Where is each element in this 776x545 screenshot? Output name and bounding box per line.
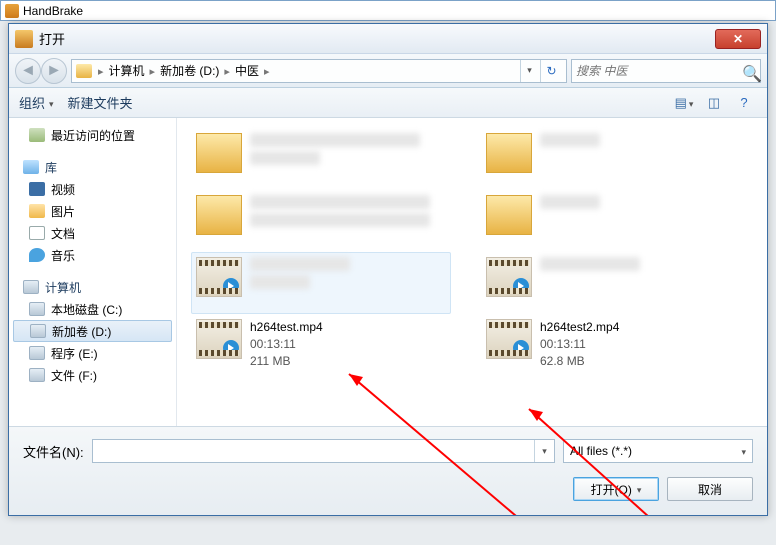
breadcrumb-item[interactable]: 中医 [232,61,262,80]
dialog-titlebar[interactable]: 打开 ✕ [9,24,767,54]
tree-pictures[interactable]: 图片 [9,200,176,222]
chevron-right-icon[interactable] [98,64,104,78]
chevron-down-icon [689,95,694,110]
tree-drive-c[interactable]: 本地磁盘 (C:) [9,298,176,320]
folder-item[interactable] [481,128,741,190]
music-icon [29,248,45,262]
file-size: 62.8 MB [540,353,619,370]
chevron-down-icon [741,444,746,458]
folder-open-icon [15,30,33,48]
dialog-body: 最近访问的位置 库 视频 图片 文档 音乐 计算机 本地磁盘 (C:) 新加卷 … [9,118,767,426]
file-duration: 00:13:11 [250,336,323,353]
breadcrumb-item[interactable]: 新加卷 (D:) [157,61,222,80]
open-dialog: 打开 ✕ ◄ ► 计算机 新加卷 (D:) 中医 ↻ 🔍 组 [8,23,768,516]
tree-drive-f[interactable]: 文件 (F:) [9,364,176,386]
tree-videos[interactable]: 视频 [9,178,176,200]
handbrake-icon [5,4,19,18]
file-size: 211 MB [250,353,323,370]
file-name: h264test2.mp4 [540,319,619,336]
tree-recent[interactable]: 最近访问的位置 [9,124,176,146]
help-button[interactable]: ? [731,92,757,114]
app-title: HandBrake [23,4,83,18]
file-name: h264test.mp4 [250,319,323,336]
tree-music[interactable]: 音乐 [9,244,176,266]
folder-icon [196,195,242,235]
video-thumb [196,257,242,297]
file-item-h264test2[interactable]: h264test2.mp4 00:13:11 62.8 MB [481,314,741,376]
chevron-down-icon [49,95,54,110]
toolbar: 组织 新建文件夹 ▤ ◫ ? [9,88,767,118]
recent-icon [29,128,45,142]
folder-icon [486,133,532,173]
new-folder-button[interactable]: 新建文件夹 [68,93,133,112]
filename-input[interactable] [93,444,534,458]
file-filter-dropdown[interactable]: All files (*.*) [563,439,753,463]
video-thumb [486,257,532,297]
folder-icon [196,133,242,173]
libraries-icon [23,160,39,174]
play-icon [223,278,239,294]
dialog-title: 打开 [39,29,715,48]
drive-icon [29,302,45,316]
drive-icon [30,324,46,338]
filename-label: 文件名(N): [23,442,84,461]
file-duration: 00:13:11 [540,336,619,353]
tree-drive-d[interactable]: 新加卷 (D:) [13,320,172,342]
drive-icon [76,64,92,78]
tree-libraries[interactable]: 库 [9,156,176,178]
file-list[interactable]: h264test.mp4 00:13:11 211 MB h264test2.m… [177,118,767,426]
search-input[interactable] [576,64,738,78]
chevron-right-icon[interactable] [150,64,156,78]
video-thumb [196,319,242,359]
breadcrumb-dropdown[interactable] [520,60,538,82]
preview-pane-button[interactable]: ◫ [701,92,727,114]
navigation-tree[interactable]: 最近访问的位置 库 视频 图片 文档 音乐 计算机 本地磁盘 (C:) 新加卷 … [9,118,177,426]
organize-button[interactable]: 组织 [19,93,54,112]
folder-item[interactable] [191,190,451,252]
folder-item[interactable] [481,190,741,252]
video-icon [29,182,45,196]
cancel-button[interactable]: 取消 [667,477,753,501]
refresh-button[interactable]: ↻ [540,60,562,82]
folder-icon [486,195,532,235]
breadcrumb-item[interactable]: 计算机 [106,61,148,80]
chevron-right-icon[interactable] [264,64,270,78]
video-thumb [486,319,532,359]
open-button[interactable]: 打开(O) [573,477,659,501]
document-icon [29,226,45,240]
computer-icon [23,280,39,294]
play-icon [513,340,529,356]
navigation-bar: ◄ ► 计算机 新加卷 (D:) 中医 ↻ 🔍 [9,54,767,88]
forward-button[interactable]: ► [41,58,67,84]
play-icon [223,340,239,356]
play-icon [513,278,529,294]
app-titlebar: HandBrake [0,0,776,21]
file-item-h264test[interactable]: h264test.mp4 00:13:11 211 MB [191,314,451,376]
tree-documents[interactable]: 文档 [9,222,176,244]
chevron-right-icon[interactable] [224,64,230,78]
folder-item[interactable] [191,128,451,190]
close-button[interactable]: ✕ [715,29,761,49]
dialog-bottom: 文件名(N): All files (*.*) 打开(O) 取消 [9,426,767,515]
filename-combobox[interactable] [92,439,555,463]
chevron-down-icon [637,482,642,496]
view-options-button[interactable]: ▤ [671,92,697,114]
file-item[interactable] [481,252,741,314]
breadcrumb[interactable]: 计算机 新加卷 (D:) 中医 ↻ [71,59,567,83]
search-icon: 🔍 [742,64,756,78]
drive-icon [29,346,45,360]
drive-icon [29,368,45,382]
chevron-down-icon[interactable] [534,440,554,462]
file-item[interactable] [191,252,451,314]
tree-computer[interactable]: 计算机 [9,276,176,298]
back-button[interactable]: ◄ [15,58,41,84]
search-box[interactable]: 🔍 [571,59,761,83]
pictures-icon [29,204,45,218]
tree-drive-e[interactable]: 程序 (E:) [9,342,176,364]
